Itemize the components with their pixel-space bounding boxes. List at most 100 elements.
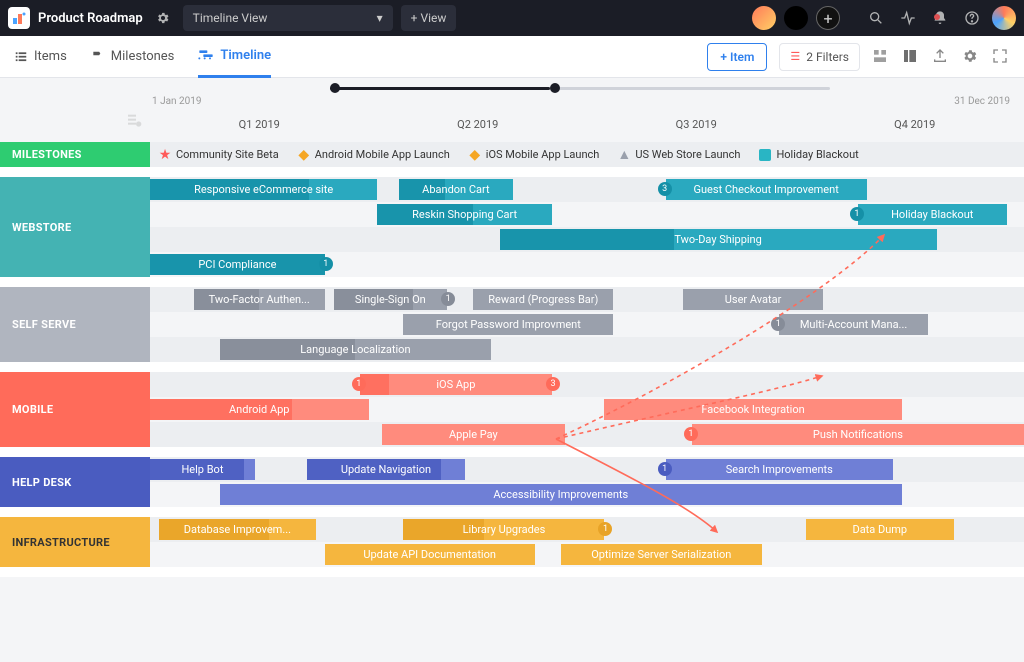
board-settings-icon[interactable] bbox=[151, 6, 175, 30]
slider-handle-left[interactable] bbox=[330, 83, 340, 93]
bar-label: Accessibility Improvements bbox=[493, 488, 628, 501]
bar-label: Guest Checkout Improvement bbox=[694, 183, 839, 196]
topbar: Product Roadmap Timeline View ▾ + View + bbox=[0, 0, 1024, 36]
bar-label: Android App bbox=[229, 403, 289, 416]
range-start: 1 Jan 2019 bbox=[152, 96, 202, 107]
dependency-badge[interactable]: 1 bbox=[684, 427, 698, 441]
tab-milestones[interactable]: Milestones bbox=[91, 36, 175, 78]
filters-button[interactable]: ☰ 2 Filters bbox=[779, 43, 860, 71]
lane-webstore: WEBSTORE Responsive eCommerce siteAbando… bbox=[0, 177, 1024, 277]
timeline-bar[interactable]: Database Improvem... bbox=[159, 519, 316, 540]
timeline-bar[interactable]: Apple Pay bbox=[382, 424, 566, 445]
search-icon[interactable] bbox=[864, 6, 888, 30]
quarter-headers: Q1 2019 Q2 2019 Q3 2019 Q4 2019 bbox=[150, 118, 1024, 138]
help-icon[interactable] bbox=[960, 6, 984, 30]
lane-row bbox=[150, 457, 1024, 482]
notifications-icon[interactable] bbox=[928, 6, 952, 30]
presence-avatar[interactable] bbox=[752, 6, 776, 30]
tab-timeline[interactable]: Timeline bbox=[198, 36, 271, 78]
timeline-bar[interactable]: Two-Day Shipping bbox=[500, 229, 937, 250]
bar-label: Library Upgrades bbox=[463, 523, 546, 536]
presence-avatar[interactable] bbox=[784, 6, 808, 30]
timeline-bar[interactable]: Android App bbox=[150, 399, 369, 420]
bar-label: Optimize Server Serialization bbox=[591, 548, 731, 561]
bar-label: Help Bot bbox=[181, 463, 223, 476]
view-dropdown[interactable]: Timeline View ▾ bbox=[183, 5, 393, 31]
board-title[interactable]: Product Roadmap bbox=[38, 11, 143, 26]
layout-icon[interactable] bbox=[902, 48, 920, 66]
fullscreen-icon[interactable] bbox=[992, 48, 1010, 66]
timeline-bar[interactable]: Data Dump bbox=[806, 519, 955, 540]
filter-icon: ☰ bbox=[790, 50, 800, 63]
timeline-bar[interactable]: PCI Compliance bbox=[150, 254, 325, 275]
add-collaborator-button[interactable]: + bbox=[816, 6, 840, 30]
timeline-bar[interactable]: Facebook Integration bbox=[604, 399, 901, 420]
dependency-badge[interactable]: 1 bbox=[658, 462, 672, 476]
timeline-bar[interactable]: Guest Checkout Improvement bbox=[666, 179, 867, 200]
bar-label: Database Improvem... bbox=[184, 523, 291, 536]
milestone-legend-item[interactable]: ▲US Web Store Launch bbox=[617, 148, 740, 162]
timeline-header: 1 Jan 2019 31 Dec 2019 Q1 2019 Q2 2019 Q… bbox=[0, 78, 1024, 138]
timeline-bar[interactable]: iOS App bbox=[360, 374, 552, 395]
timeline-bar[interactable]: Search Improvements bbox=[666, 459, 893, 480]
timeline-bar[interactable]: Accessibility Improvements bbox=[220, 484, 902, 505]
milestone-legend-item[interactable]: ★Community Site Beta bbox=[158, 148, 279, 162]
milestone-legend-item[interactable]: Holiday Blackout bbox=[758, 148, 858, 162]
bar-label: Search Improvements bbox=[726, 463, 833, 476]
dependency-badge[interactable]: 3 bbox=[546, 377, 560, 391]
bar-label: iOS App bbox=[436, 378, 475, 391]
milestone-legend-item[interactable]: ◆Android Mobile App Launch bbox=[297, 148, 450, 162]
lane-infrastructure: INFRASTRUCTURE Database Improvem...Libra… bbox=[0, 517, 1024, 567]
milestone-legend-item[interactable]: ◆iOS Mobile App Launch bbox=[468, 148, 600, 162]
lane-label: SELF SERVE bbox=[0, 287, 150, 362]
timeline-bar[interactable]: Library Upgrades bbox=[403, 519, 604, 540]
activity-icon[interactable] bbox=[896, 6, 920, 30]
timeline-bar[interactable]: Reward (Progress Bar) bbox=[473, 289, 613, 310]
timeline-bar[interactable]: Forgot Password Improvment bbox=[403, 314, 613, 335]
range-end: 31 Dec 2019 bbox=[954, 96, 1010, 107]
timeline-bar[interactable]: Responsive eCommerce site bbox=[150, 179, 377, 200]
tab-items[interactable]: Items bbox=[14, 36, 67, 78]
view-dropdown-label: Timeline View bbox=[193, 11, 268, 25]
dependency-badge[interactable]: 1 bbox=[352, 377, 366, 391]
add-view-button[interactable]: + View bbox=[401, 5, 457, 31]
date-range-slider[interactable] bbox=[330, 84, 830, 92]
user-avatar[interactable] bbox=[992, 6, 1016, 30]
timeline-bar[interactable]: Update API Documentation bbox=[325, 544, 535, 565]
timeline-bar[interactable]: Push Notifications bbox=[692, 424, 1024, 445]
timeline-bar[interactable]: User Avatar bbox=[683, 289, 823, 310]
timeline-bar[interactable]: Abandon Cart bbox=[399, 179, 513, 200]
add-item-button[interactable]: + Item bbox=[707, 43, 767, 71]
bar-label: PCI Compliance bbox=[198, 258, 276, 271]
timeline-bar[interactable]: Language Localization bbox=[220, 339, 491, 360]
dependency-badge[interactable]: 1 bbox=[850, 207, 864, 221]
bar-label: Data Dump bbox=[852, 523, 907, 536]
timeline-bar[interactable]: Holiday Blackout bbox=[858, 204, 1007, 225]
timeline-bar[interactable]: Help Bot bbox=[150, 459, 255, 480]
bar-label: Abandon Cart bbox=[422, 183, 489, 196]
bar-label: Multi-Account Mana... bbox=[800, 318, 907, 331]
timeline-bar[interactable]: Update Navigation bbox=[307, 459, 464, 480]
bar-label: Language Localization bbox=[300, 343, 410, 356]
bar-label: Update Navigation bbox=[341, 463, 431, 476]
lane-row bbox=[150, 372, 1024, 397]
dependency-badge[interactable]: 1 bbox=[319, 257, 333, 271]
lane-help-desk: HELP DESK Help BotUpdate NavigationSearc… bbox=[0, 457, 1024, 507]
timeline-bar[interactable]: Optimize Server Serialization bbox=[561, 544, 762, 565]
group-icon[interactable] bbox=[872, 48, 890, 66]
dependency-badge[interactable]: 3 bbox=[658, 182, 672, 196]
slider-handle-right[interactable] bbox=[550, 83, 560, 93]
timeline-bar[interactable]: Multi-Account Mana... bbox=[779, 314, 928, 335]
timeline-bar[interactable]: Single-Sign On bbox=[334, 289, 448, 310]
app-logo[interactable] bbox=[8, 7, 30, 29]
export-icon[interactable] bbox=[932, 48, 950, 66]
settings-icon[interactable] bbox=[962, 48, 980, 66]
timeline-bar[interactable]: Reskin Shopping Cart bbox=[377, 204, 552, 225]
milestone-lane: MILESTONES ★Community Site Beta◆Android … bbox=[0, 142, 1024, 167]
timeline-bar[interactable]: Two-Factor Authen... bbox=[194, 289, 325, 310]
chevron-down-icon: ▾ bbox=[377, 11, 383, 25]
bar-label: Two-Factor Authen... bbox=[209, 293, 310, 306]
star-icon: ★ bbox=[158, 148, 172, 162]
lane-settings-icon[interactable] bbox=[126, 112, 142, 132]
bar-label: User Avatar bbox=[725, 293, 782, 306]
